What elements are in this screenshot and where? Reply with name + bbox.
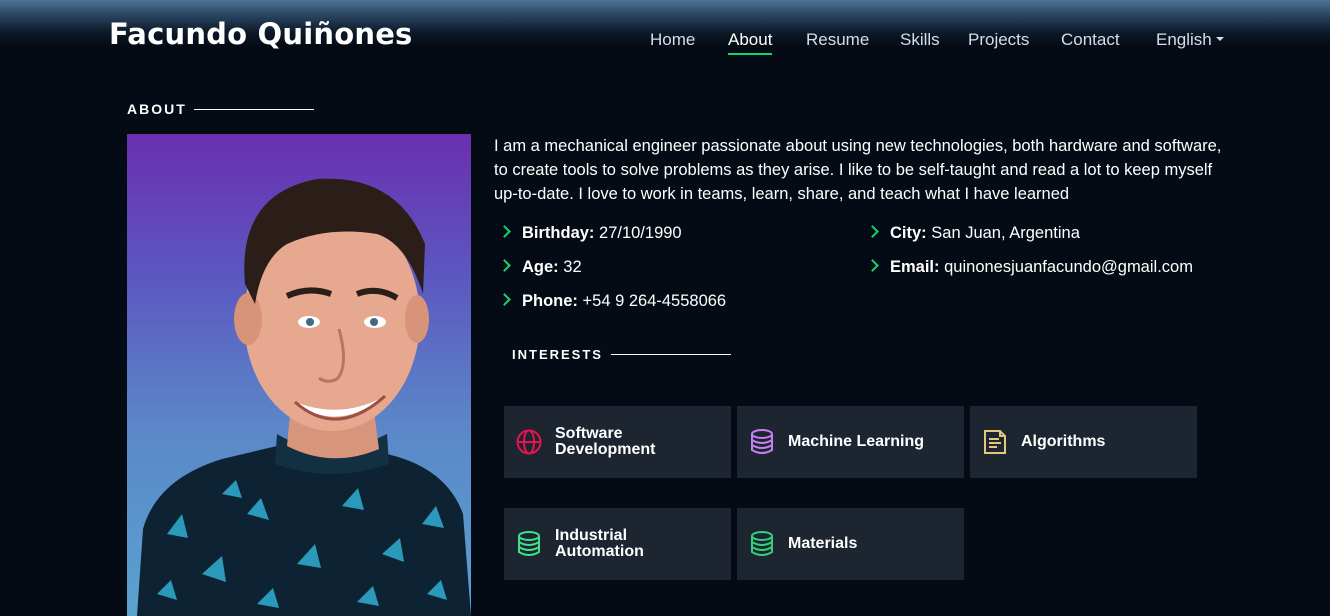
chevron-right-icon — [866, 259, 879, 272]
language-label: English — [1156, 30, 1212, 49]
interest-card-machine-learning[interactable]: Machine Learning — [737, 406, 964, 478]
info-city-label: City: — [890, 224, 927, 242]
nav-resume[interactable]: Resume — [806, 30, 869, 50]
interest-label-line2: Development — [555, 441, 656, 458]
globe-icon — [516, 429, 542, 455]
info-phone-value[interactable]: +54 9 264-4558066 — [583, 292, 727, 310]
interest-label: Algorithms — [1021, 433, 1106, 450]
info-phone-label: Phone: — [522, 292, 578, 310]
nav-projects[interactable]: Projects — [968, 30, 1029, 50]
interest-card-algorithms[interactable]: Algorithms — [970, 406, 1197, 478]
active-nav-indicator — [728, 53, 773, 55]
interest-card-materials[interactable]: Materials — [737, 508, 964, 580]
nav-home[interactable]: Home — [650, 30, 695, 50]
info-age: Age: 32 — [498, 258, 582, 277]
info-birthday-label: Birthday: — [522, 224, 595, 242]
database-icon — [518, 531, 540, 556]
nav-about[interactable]: About — [728, 30, 773, 55]
about-title-line — [194, 109, 314, 110]
info-birthday: Birthday: 27/10/1990 — [498, 224, 682, 243]
interest-label-line1: Industrial — [555, 527, 628, 544]
chevron-right-icon — [498, 225, 511, 238]
nav-about-label: About — [728, 30, 773, 49]
interests-title-line — [611, 354, 731, 355]
info-email-value[interactable]: quinonesjuanfacundo@gmail.com — [944, 258, 1193, 276]
bio-text: I am a mechanical engineer passionate ab… — [494, 137, 1222, 203]
portrait-illustration — [137, 178, 471, 616]
nav-contact[interactable]: Contact — [1061, 30, 1120, 50]
info-age-label: Age: — [522, 258, 559, 276]
interest-label: Materials — [788, 535, 858, 552]
about-section-title: ABOUT — [127, 101, 187, 117]
interest-card-software-development[interactable]: Software Development — [504, 406, 731, 478]
info-email: Email: quinonesjuanfacundo@gmail.com — [866, 258, 1193, 277]
database-icon — [751, 429, 773, 454]
chevron-right-icon — [866, 225, 879, 238]
interest-label-line2: Automation — [555, 543, 644, 560]
info-city-value: San Juan, Argentina — [931, 224, 1080, 242]
info-age-value: 32 — [563, 258, 582, 276]
info-city: City: San Juan, Argentina — [866, 224, 1080, 243]
nav-skills[interactable]: Skills — [900, 30, 940, 50]
chevron-right-icon — [498, 293, 511, 306]
brand-name[interactable]: Facundo Quiñones — [109, 17, 413, 51]
caret-down-icon — [1215, 36, 1224, 41]
profile-photo — [127, 134, 471, 616]
document-icon — [984, 430, 1006, 454]
info-phone: Phone: +54 9 264-4558066 — [498, 292, 727, 311]
info-email-label: Email: — [890, 258, 940, 276]
interest-label-line1: Software — [555, 425, 623, 442]
database-icon — [751, 531, 773, 556]
chevron-right-icon — [498, 259, 511, 272]
info-birthday-value: 27/10/1990 — [599, 224, 682, 242]
interests-section-title: INTERESTS — [512, 347, 603, 362]
interest-card-industrial-automation[interactable]: Industrial Automation — [504, 508, 731, 580]
interest-label: Machine Learning — [788, 433, 925, 450]
language-dropdown[interactable]: English — [1156, 30, 1224, 50]
page: Facundo Quiñones Home About Resume Skill… — [0, 0, 1330, 616]
